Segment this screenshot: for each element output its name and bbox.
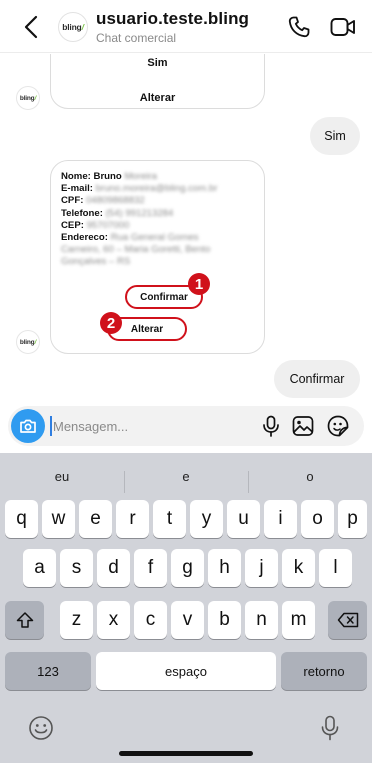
microphone-icon[interactable] xyxy=(260,415,282,437)
cep-label: CEP: xyxy=(61,219,84,231)
home-indicator xyxy=(119,751,253,756)
key-letter[interactable]: q xyxy=(5,500,38,538)
option-sim[interactable]: Sim xyxy=(51,57,264,69)
email-label: E-mail: xyxy=(61,183,93,195)
options-card: Sim Alterar xyxy=(50,54,265,109)
key-letter[interactable]: n xyxy=(245,601,278,639)
key-letter[interactable]: p xyxy=(338,500,367,538)
outgoing-message: Sim xyxy=(310,117,360,155)
key-letter[interactable]: x xyxy=(97,601,130,639)
key-letter[interactable]: o xyxy=(301,500,334,538)
annotation-marker-2: 2 xyxy=(100,312,122,334)
key-letter[interactable]: f xyxy=(134,549,167,587)
key-letter[interactable]: m xyxy=(282,601,315,639)
bling-logo: bling/ xyxy=(62,22,84,32)
camera-icon xyxy=(20,419,36,433)
suggestion-item[interactable]: e xyxy=(124,469,248,484)
annotation-marker-1: 1 xyxy=(188,273,210,295)
shift-icon xyxy=(16,612,33,628)
key-letter[interactable]: y xyxy=(190,500,223,538)
cpf-value: 04809868832 xyxy=(86,195,145,207)
key-letter[interactable]: v xyxy=(171,601,204,639)
key-letter[interactable]: a xyxy=(23,549,56,587)
address-value-line3: Gonçalves – RS xyxy=(61,256,131,268)
sticker-icon[interactable] xyxy=(327,415,349,437)
sender-avatar: bling/ xyxy=(16,330,40,354)
key-letter[interactable]: l xyxy=(319,549,352,587)
backspace-icon xyxy=(337,612,358,628)
message-input[interactable] xyxy=(50,416,240,436)
backspace-key[interactable] xyxy=(328,601,367,639)
contact-name[interactable]: usuario.teste.bling xyxy=(96,9,249,29)
camera-button[interactable] xyxy=(11,409,45,443)
return-key[interactable]: retorno xyxy=(281,652,367,690)
sender-avatar: bling/ xyxy=(16,86,40,110)
emoji-icon[interactable] xyxy=(28,715,54,741)
key-letter[interactable]: c xyxy=(134,601,167,639)
contact-subtitle: Chat comercial xyxy=(96,31,177,45)
key-letter[interactable]: t xyxy=(153,500,186,538)
suggestion-item[interactable]: eu xyxy=(0,469,124,484)
phone-value: (54) 991213284 xyxy=(105,207,174,219)
cep-value: 95707000 xyxy=(86,219,130,231)
bling-logo: bling/ xyxy=(19,94,37,102)
key-letter[interactable]: h xyxy=(208,549,241,587)
key-letter[interactable]: w xyxy=(42,500,75,538)
suggestion-bar: eu e o xyxy=(0,461,372,493)
video-call-icon[interactable] xyxy=(330,16,356,38)
key-letter[interactable]: e xyxy=(79,500,112,538)
address-value-line1: Rua General Gomes xyxy=(110,232,199,244)
phone-label: Telefone: xyxy=(61,207,103,219)
key-letter[interactable]: b xyxy=(208,601,241,639)
option-alterar[interactable]: Alterar xyxy=(51,92,264,104)
key-letter[interactable]: z xyxy=(60,601,93,639)
name-value: Moreira xyxy=(124,171,157,182)
keyboard: eu e o q w e r t y u i o p a s d f g h j… xyxy=(0,453,372,763)
message-composer xyxy=(8,406,364,446)
cpf-label: CPF: xyxy=(61,195,84,207)
suggestion-item[interactable]: o xyxy=(248,469,372,484)
back-arrow-icon[interactable] xyxy=(20,14,44,40)
key-letter[interactable]: k xyxy=(282,549,315,587)
numbers-key[interactable]: 123 xyxy=(5,652,91,690)
outgoing-message: Confirmar xyxy=(274,360,360,398)
key-letter[interactable]: u xyxy=(227,500,260,538)
contact-avatar[interactable]: bling/ xyxy=(58,12,88,42)
shift-key[interactable] xyxy=(5,601,44,639)
space-key[interactable]: espaço xyxy=(96,652,276,690)
dictation-icon[interactable] xyxy=(320,715,340,741)
confirmation-card: Nome: Bruno Moreira E-mail: bruno.moreir… xyxy=(50,160,265,354)
message-list[interactable]: Sim Alterar bling/ Sim Nome: Bruno Morei… xyxy=(0,54,372,406)
bling-logo: bling/ xyxy=(19,338,37,346)
key-letter[interactable]: j xyxy=(245,549,278,587)
key-letter[interactable]: s xyxy=(60,549,93,587)
key-letter[interactable]: d xyxy=(97,549,130,587)
email-value: bruno.moreira@bling.com.br xyxy=(95,183,218,195)
key-letter[interactable]: g xyxy=(171,549,204,587)
phone-call-icon[interactable] xyxy=(287,15,311,39)
chat-header: bling/ usuario.teste.bling Chat comercia… xyxy=(0,0,372,53)
gallery-icon[interactable] xyxy=(292,415,314,437)
customer-info: Nome: Bruno Moreira E-mail: bruno.moreir… xyxy=(61,171,217,269)
name-label: Nome: Bruno xyxy=(61,171,122,182)
address-value-line2: Carneiro, 60 – Maria Goretti, Bento xyxy=(61,244,211,256)
key-letter[interactable]: i xyxy=(264,500,297,538)
key-letter[interactable]: r xyxy=(116,500,149,538)
address-label: Endereco: xyxy=(61,232,108,244)
